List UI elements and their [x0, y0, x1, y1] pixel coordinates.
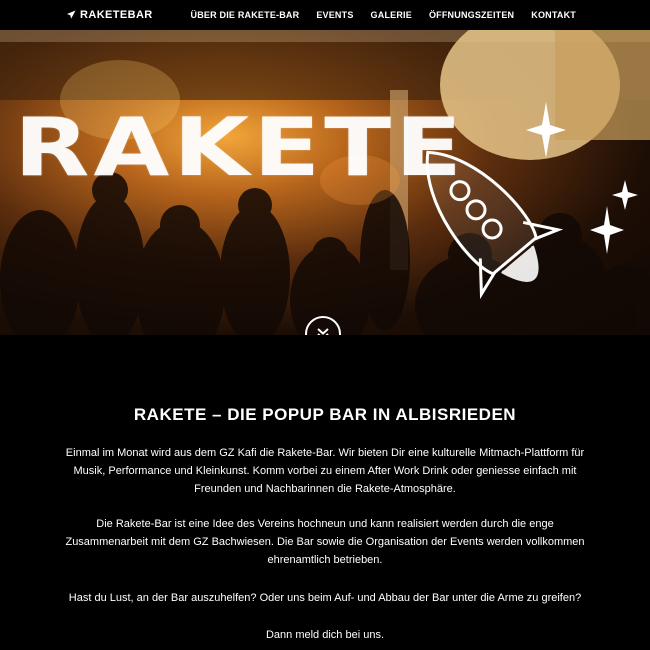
intro-paragraph-3: Hast du Lust, an der Bar auszuhelfen? Od…: [68, 592, 582, 604]
intro-section: RAKETE – DIE POPUP BAR IN ALBISRIEDEN Ei…: [0, 335, 650, 650]
hero-banner: RAKETE: [0, 30, 650, 335]
brand-link[interactable]: RAKETEBAR: [66, 9, 153, 21]
brand-label: RAKETEBAR: [80, 9, 153, 21]
nav-item-gallery[interactable]: GALERIE: [371, 10, 412, 20]
nav-item-about[interactable]: ÜBER DIE RAKETE-BAR: [191, 10, 300, 20]
intro-paragraph-4: Dann meld dich bei uns.: [265, 629, 384, 641]
rocket-icon: [67, 10, 76, 19]
intro-paragraph-1: Einmal im Monat wird aus dem GZ Kafi die…: [65, 447, 585, 495]
nav-item-contact[interactable]: KONTAKT: [531, 10, 576, 20]
intro-paragraph-2: Die Rakete-Bar ist eine Idee des Vereins…: [65, 518, 585, 566]
nav-item-opening-hours[interactable]: ÖFFNUNGSZEITEN: [429, 10, 514, 20]
hero-logo-text: RAKETE: [14, 101, 466, 195]
nav-item-events[interactable]: EVENTS: [316, 10, 353, 20]
section-title: RAKETE – DIE POPUP BAR IN ALBISRIEDEN: [133, 405, 517, 424]
main-menu: ÜBER DIE RAKETE-BAR EVENTS GALERIE ÖFFNU…: [191, 10, 576, 20]
top-navbar: RAKETEBAR ÜBER DIE RAKETE-BAR EVENTS GAL…: [0, 0, 650, 30]
chevron-double-down-icon: [317, 328, 329, 335]
